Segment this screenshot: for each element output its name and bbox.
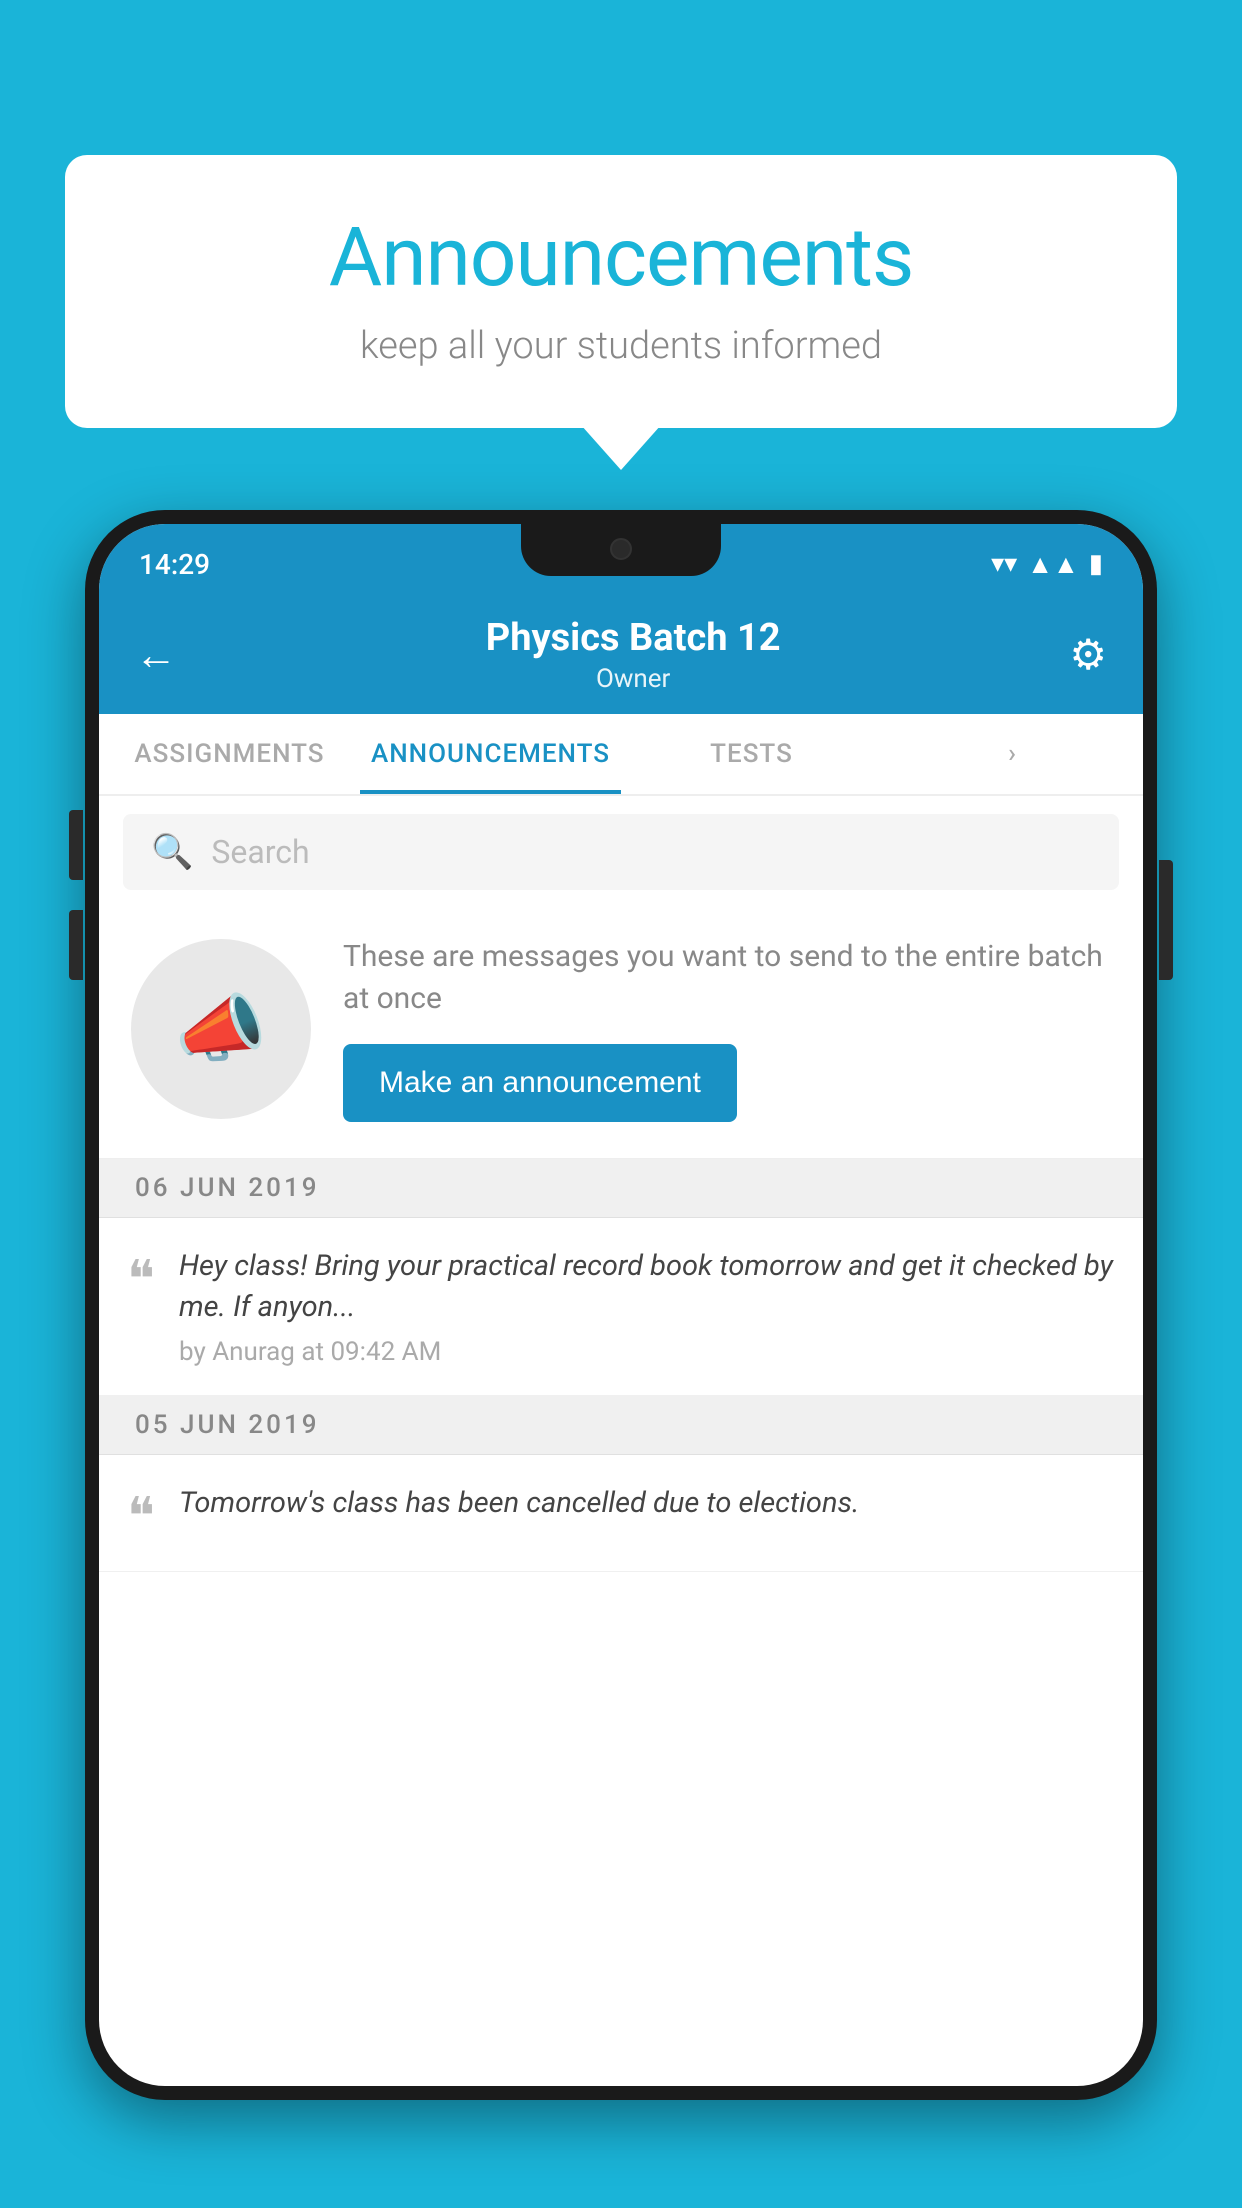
- quote-icon-2: ❝: [127, 1491, 155, 1543]
- date-separator-2: 05 JUN 2019: [99, 1396, 1143, 1455]
- search-container: 🔍 Search: [99, 796, 1143, 908]
- speech-bubble-subtitle: keep all your students informed: [125, 324, 1117, 368]
- tab-announcements[interactable]: ANNOUNCEMENTS: [360, 714, 621, 794]
- app-bar: ← Physics Batch 12 Owner ⚙: [99, 596, 1143, 714]
- phone-screen: 14:29 ▾▾ ▲▲ ▮ ← Physics Batch 12 Owner ⚙…: [99, 524, 1143, 2086]
- settings-icon[interactable]: ⚙: [1069, 630, 1107, 680]
- battery-icon: ▮: [1089, 549, 1103, 579]
- search-icon: 🔍: [151, 832, 193, 872]
- speech-bubble-title: Announcements: [125, 210, 1117, 306]
- back-button[interactable]: ←: [135, 631, 177, 680]
- announcement-text-1: Hey class! Bring your practical record b…: [179, 1246, 1115, 1327]
- tabs-container: ASSIGNMENTS ANNOUNCEMENTS TESTS ›: [99, 714, 1143, 796]
- announcement-text-2: Tomorrow's class has been cancelled due …: [179, 1483, 1115, 1524]
- tab-more[interactable]: ›: [882, 714, 1143, 794]
- speech-bubble-container: Announcements keep all your students inf…: [65, 155, 1177, 428]
- wifi-icon: ▾▾: [991, 549, 1017, 579]
- make-announcement-button[interactable]: Make an announcement: [343, 1044, 737, 1122]
- search-placeholder: Search: [211, 833, 309, 871]
- app-bar-subtitle: Owner: [197, 664, 1069, 694]
- announcement-cta-section: 📣 These are messages you want to send to…: [99, 908, 1143, 1159]
- announcement-meta-1: by Anurag at 09:42 AM: [179, 1337, 441, 1367]
- tab-assignments[interactable]: ASSIGNMENTS: [99, 714, 360, 794]
- app-bar-title-container: Physics Batch 12 Owner: [197, 616, 1069, 694]
- signal-icon: ▲▲: [1027, 549, 1078, 580]
- phone-wrapper: 14:29 ▾▾ ▲▲ ▮ ← Physics Batch 12 Owner ⚙…: [85, 510, 1157, 2208]
- announcement-item-1[interactable]: ❝ Hey class! Bring your practical record…: [99, 1218, 1143, 1396]
- tab-tests[interactable]: TESTS: [621, 714, 882, 794]
- speech-bubble: Announcements keep all your students inf…: [65, 155, 1177, 428]
- announcement-icon-circle: 📣: [131, 939, 311, 1119]
- app-bar-title: Physics Batch 12: [197, 616, 1069, 660]
- date-separator-1: 06 JUN 2019: [99, 1159, 1143, 1218]
- status-icons: ▾▾ ▲▲ ▮: [991, 549, 1103, 580]
- search-bar[interactable]: 🔍 Search: [123, 814, 1119, 890]
- megaphone-icon: 📣: [175, 986, 267, 1073]
- announcement-cta-right: These are messages you want to send to t…: [343, 936, 1111, 1122]
- status-time: 14:29: [139, 548, 210, 581]
- announcement-cta-description: These are messages you want to send to t…: [343, 936, 1111, 1020]
- announcement-item-2[interactable]: ❝ Tomorrow's class has been cancelled du…: [99, 1455, 1143, 1572]
- front-camera: [610, 538, 632, 560]
- quote-icon-1: ❝: [127, 1254, 155, 1306]
- phone-outer: 14:29 ▾▾ ▲▲ ▮ ← Physics Batch 12 Owner ⚙…: [85, 510, 1157, 2100]
- announcement-text-container-2: Tomorrow's class has been cancelled due …: [179, 1483, 1115, 1534]
- phone-notch: [521, 524, 721, 576]
- announcement-text-container-1: Hey class! Bring your practical record b…: [179, 1246, 1115, 1367]
